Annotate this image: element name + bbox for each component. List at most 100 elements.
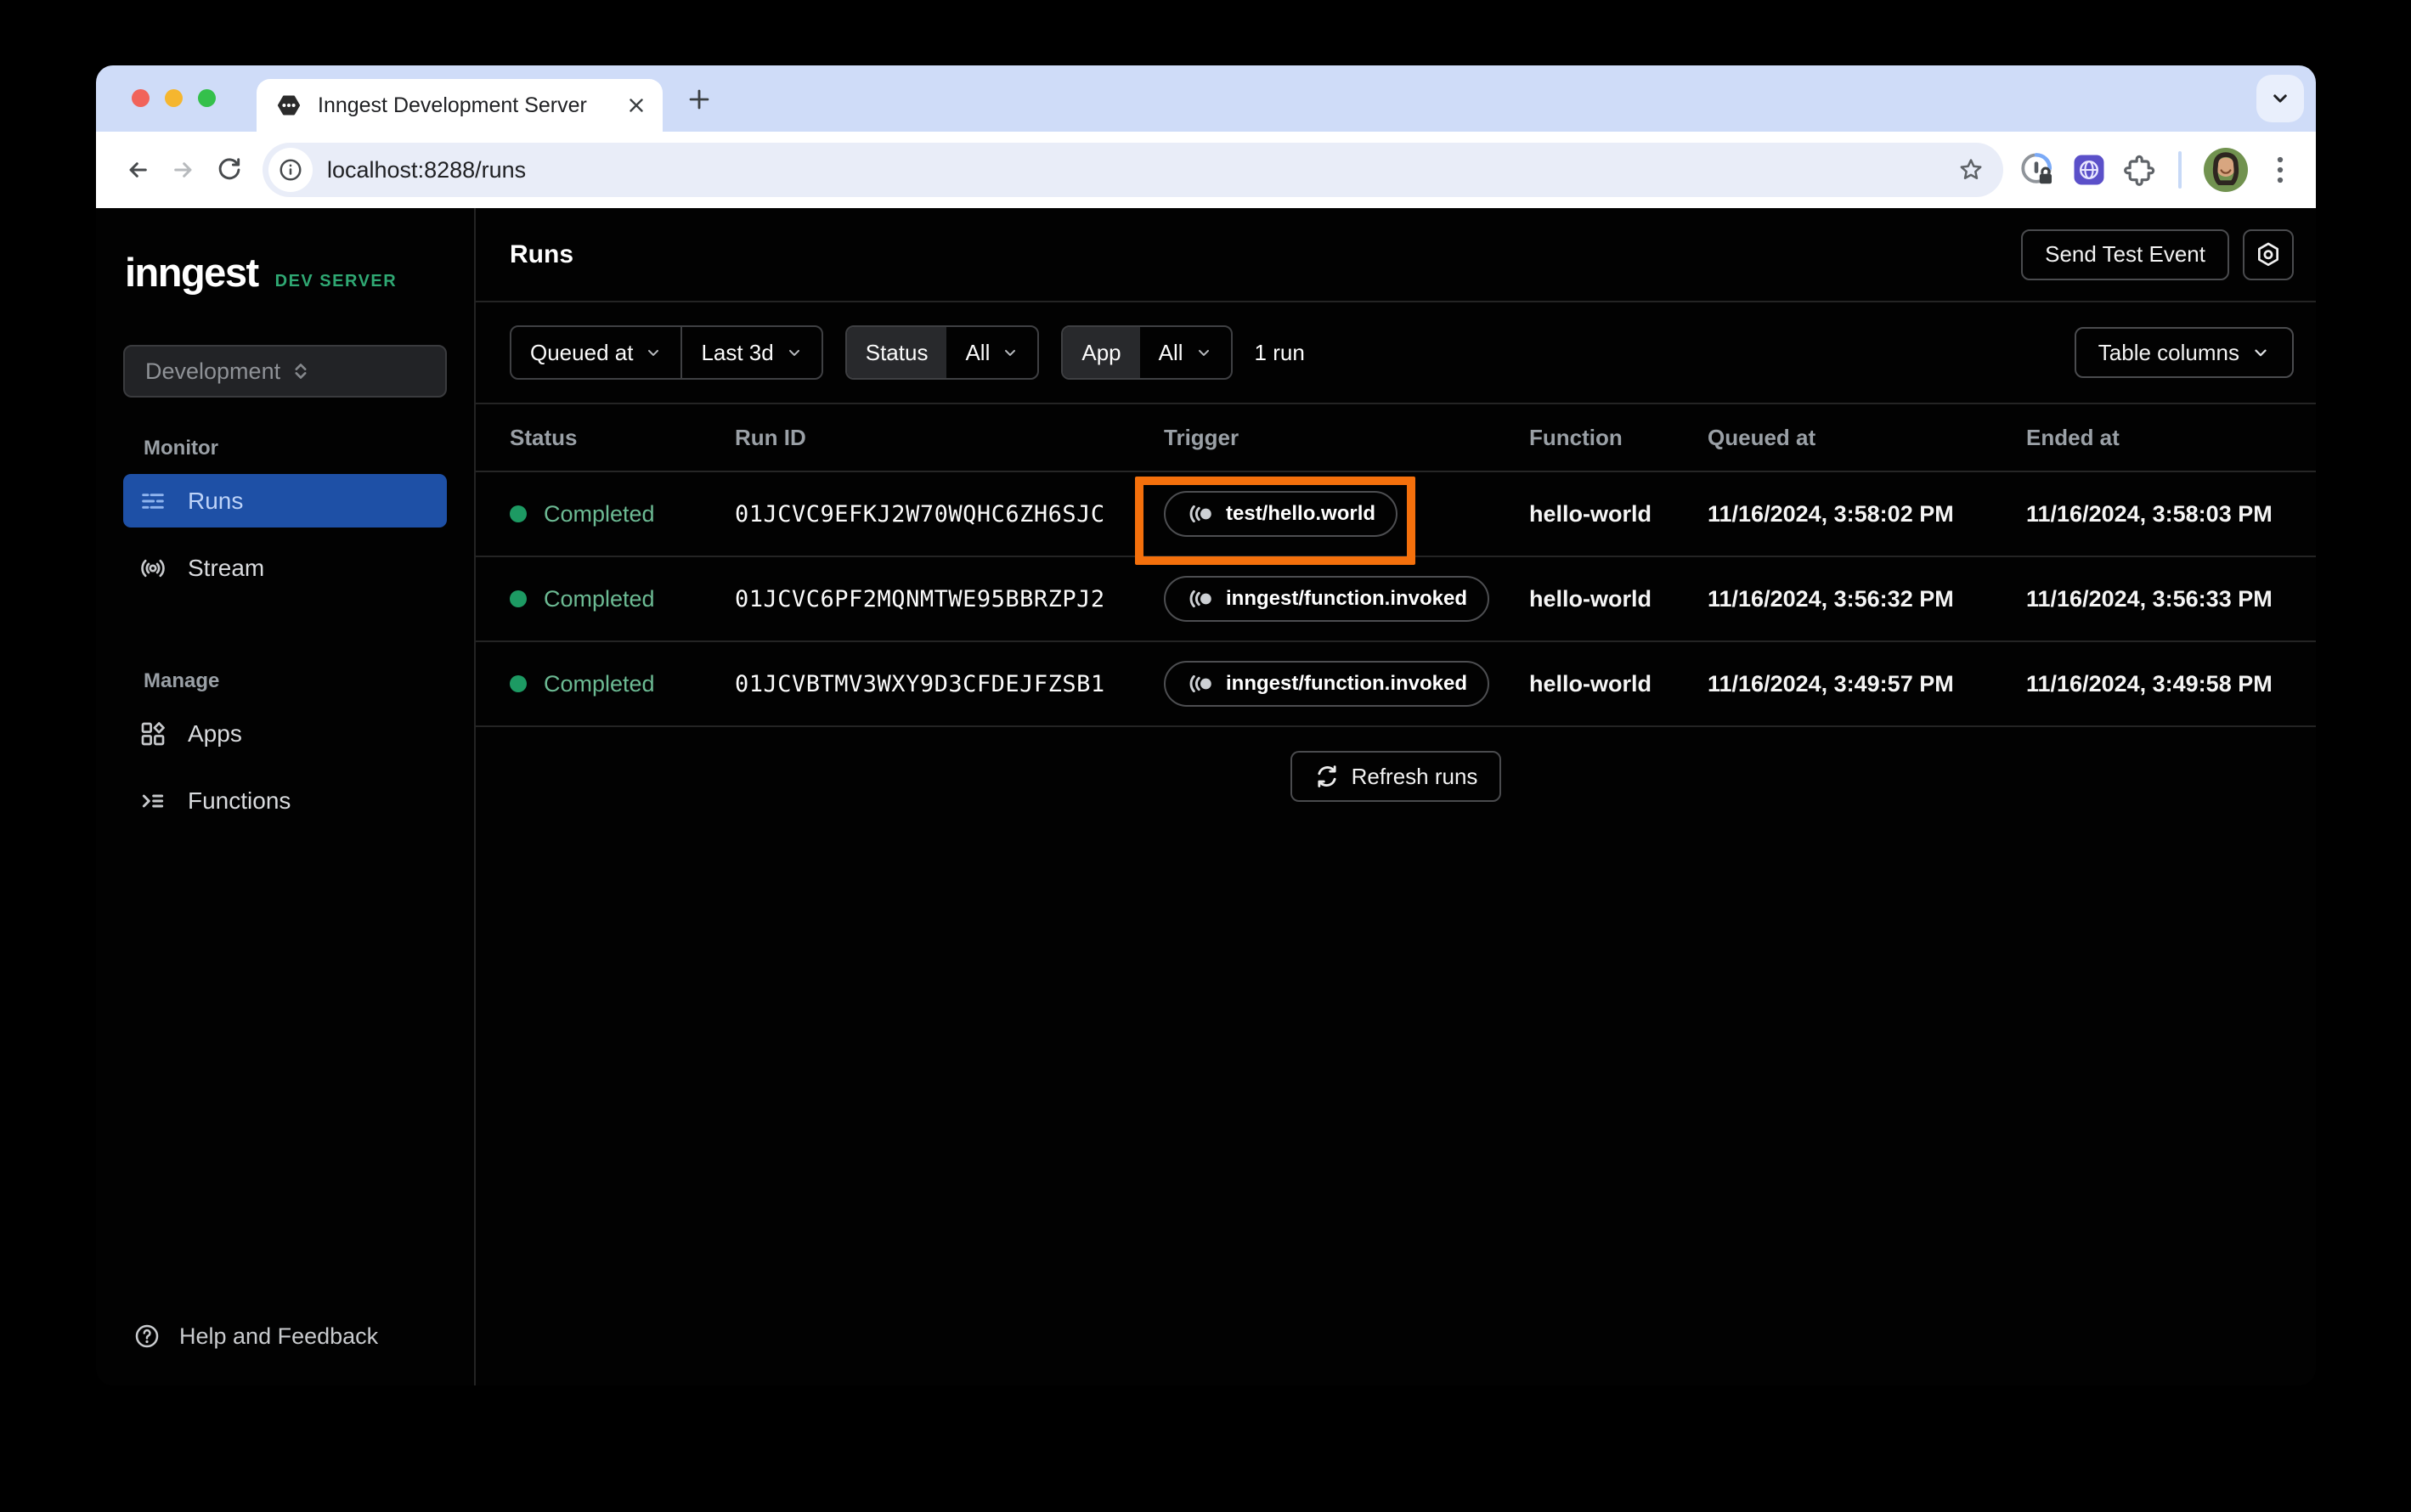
- ended-at: 11/16/2024, 3:49:58 PM: [2026, 670, 2273, 697]
- status-dot-icon: [510, 590, 527, 607]
- col-queued-at: Queued at: [1708, 424, 1816, 450]
- status-filter-label: Status: [846, 327, 947, 378]
- sidebar-item-label: Runs: [188, 487, 244, 514]
- table-row[interactable]: Completed 01JCVBTMV3WXY9D3CFDEJFZSB1 inn…: [476, 642, 2316, 727]
- table-row[interactable]: Completed 01JCVC9EFKJ2W70WQHC6ZH6SJC tes…: [476, 472, 2316, 557]
- sidebar-item-apps[interactable]: Apps: [123, 707, 447, 760]
- sidebar-item-label: Apps: [188, 719, 242, 747]
- col-ended-at: Ended at: [2026, 424, 2120, 450]
- browser-window: Inngest Development Server localhost:828…: [96, 65, 2316, 1385]
- main-panel: Runs Send Test Event Queued at Last 3d S…: [476, 208, 2316, 1385]
- function-name[interactable]: hello-world: [1529, 501, 1708, 528]
- help-label: Help and Feedback: [179, 1323, 379, 1349]
- sidebar-item-runs[interactable]: Runs: [123, 474, 447, 528]
- address-bar[interactable]: localhost:8288/runs: [263, 143, 2003, 197]
- app-filter-label: App: [1063, 327, 1140, 378]
- table-header: Status Run ID Trigger Function Queued at…: [476, 404, 2316, 472]
- inngest-favicon-icon: [275, 92, 302, 119]
- forward-button[interactable]: [161, 147, 206, 193]
- sidebar: inngest DEV SERVER Development Monitor R…: [96, 208, 476, 1385]
- new-tab-button[interactable]: [684, 84, 714, 115]
- password-manager-extension-icon[interactable]: [2017, 150, 2056, 189]
- settings-button[interactable]: [2243, 228, 2294, 280]
- dev-server-badge: DEV SERVER: [274, 272, 398, 291]
- status-filter-dropdown[interactable]: All: [946, 327, 1037, 378]
- status-cell: Completed: [510, 501, 735, 528]
- status-cell: Completed: [510, 671, 735, 697]
- run-count: 1 run: [1254, 339, 1305, 365]
- col-trigger: Trigger: [1164, 424, 1239, 450]
- tab-search-button[interactable]: [2256, 75, 2304, 122]
- help-question-icon: [133, 1323, 161, 1350]
- status-dot-icon: [510, 505, 527, 522]
- function-name[interactable]: hello-world: [1529, 586, 1708, 612]
- function-name[interactable]: hello-world: [1529, 671, 1708, 697]
- app-filter-value: All: [1158, 339, 1183, 365]
- trigger-name: test/hello.world: [1226, 502, 1376, 525]
- app-filter: App All: [1061, 325, 1233, 380]
- send-test-event-button[interactable]: Send Test Event: [2021, 228, 2229, 280]
- col-status: Status: [510, 424, 578, 450]
- stream-broadcast-icon: [138, 555, 167, 582]
- status-filter-value: All: [965, 339, 991, 365]
- time-field-value: Queued at: [530, 339, 634, 365]
- time-range-value: Last 3d: [701, 339, 774, 365]
- reload-button[interactable]: [206, 147, 252, 193]
- time-range-dropdown[interactable]: Last 3d: [680, 327, 821, 378]
- ended-at: 11/16/2024, 3:58:03 PM: [2026, 500, 2273, 527]
- refresh-runs-button[interactable]: Refresh runs: [1290, 751, 1502, 802]
- browser-tab[interactable]: Inngest Development Server: [257, 79, 663, 132]
- back-button[interactable]: [115, 147, 161, 193]
- time-field-dropdown[interactable]: Queued at: [511, 327, 680, 378]
- extensions-puzzle-icon[interactable]: [2122, 153, 2156, 187]
- url-text[interactable]: localhost:8288/runs: [327, 157, 526, 183]
- trigger-pill[interactable]: test/hello.world: [1164, 491, 1398, 537]
- functions-icon: [138, 787, 167, 815]
- tab-strip: Inngest Development Server: [96, 65, 2316, 132]
- tab-title: Inngest Development Server: [318, 93, 587, 117]
- close-tab-icon[interactable]: [625, 94, 647, 116]
- minimize-window-button[interactable]: [165, 89, 183, 107]
- filter-bar: Queued at Last 3d Status All App All 1 r…: [476, 302, 2316, 404]
- environment-value: Development: [145, 358, 281, 384]
- trigger-pill[interactable]: inngest/function.invoked: [1164, 661, 1490, 707]
- purple-extension-icon[interactable]: [2071, 152, 2107, 188]
- browser-toolbar: localhost:8288/runs: [96, 132, 2316, 208]
- trigger-name: inngest/function.invoked: [1226, 587, 1468, 610]
- window-controls: [132, 89, 216, 107]
- table-columns-button[interactable]: Table columns: [2074, 327, 2294, 378]
- run-id[interactable]: 01JCVC6PF2MQNMTWE95BBRZPJ2: [735, 586, 1164, 612]
- queued-at: 11/16/2024, 3:56:32 PM: [1708, 585, 1954, 612]
- sidebar-item-stream[interactable]: Stream: [123, 541, 447, 595]
- monitor-section-label: Monitor: [144, 437, 218, 460]
- status-cell: Completed: [510, 586, 735, 612]
- close-window-button[interactable]: [132, 89, 150, 107]
- app-content: inngest DEV SERVER Development Monitor R…: [96, 208, 2316, 1385]
- run-id[interactable]: 01JCVC9EFKJ2W70WQHC6ZH6SJC: [735, 501, 1164, 528]
- status-dot-icon: [510, 675, 527, 692]
- col-run-id: Run ID: [735, 424, 806, 450]
- refresh-icon: [1314, 764, 1340, 789]
- help-and-feedback[interactable]: Help and Feedback: [133, 1323, 447, 1350]
- col-function: Function: [1529, 424, 1623, 450]
- site-info-icon[interactable]: [268, 148, 313, 192]
- send-test-event-label: Send Test Event: [2045, 241, 2205, 267]
- sidebar-item-functions[interactable]: Functions: [123, 774, 447, 827]
- updown-chevron-icon: [289, 359, 432, 383]
- browser-menu-icon[interactable]: [2263, 151, 2297, 189]
- environment-selector[interactable]: Development: [123, 345, 447, 398]
- apps-grid-icon: [138, 720, 167, 748]
- bookmark-star-icon[interactable]: [1952, 151, 1990, 189]
- manage-section-label: Manage: [144, 669, 220, 692]
- profile-avatar[interactable]: [2204, 148, 2248, 192]
- ended-at: 11/16/2024, 3:56:33 PM: [2026, 585, 2273, 612]
- queued-at: 11/16/2024, 3:58:02 PM: [1708, 500, 1954, 527]
- app-filter-dropdown[interactable]: All: [1140, 327, 1231, 378]
- table-row[interactable]: Completed 01JCVC6PF2MQNMTWE95BBRZPJ2 inn…: [476, 557, 2316, 642]
- app-label-text: App: [1081, 339, 1121, 365]
- status-text: Completed: [544, 670, 655, 697]
- run-id[interactable]: 01JCVBTMV3WXY9D3CFDEJFZSB1: [735, 671, 1164, 697]
- zoom-window-button[interactable]: [198, 89, 216, 107]
- trigger-pill[interactable]: inngest/function.invoked: [1164, 576, 1490, 622]
- status-text: Completed: [544, 500, 655, 527]
